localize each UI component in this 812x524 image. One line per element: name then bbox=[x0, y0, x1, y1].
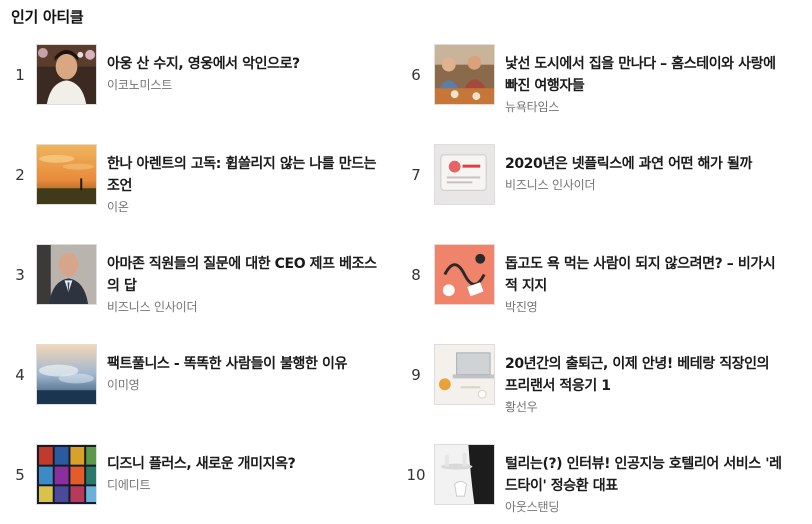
article-item-3[interactable]: 3 아마존 직원들의 질문에 대한 CEO 제프 베조스의 답 비즈니스 인사이… bbox=[10, 244, 390, 344]
article-headline[interactable]: 털리는(?) 인터뷰! 인공지능 호텔리어 서비스 '레드타이' 정승환 대표 bbox=[505, 453, 785, 497]
article-rank: 10 bbox=[406, 466, 426, 484]
article-rank: 1 bbox=[15, 66, 25, 84]
article-source: 비즈니스 인사이더 bbox=[107, 300, 198, 314]
article-headline[interactable]: 한나 아렌트의 고독: 휩쓸리지 않는 나를 만드는 조언 bbox=[107, 153, 387, 197]
article-source: 이온 bbox=[107, 200, 129, 214]
article-rank: 2 bbox=[15, 166, 25, 184]
article-rank: 8 bbox=[411, 266, 421, 284]
article-rank: 4 bbox=[15, 366, 25, 384]
article-thumbnail-sunset[interactable] bbox=[36, 144, 97, 205]
article-rank: 7 bbox=[411, 166, 421, 184]
article-headline[interactable]: 아마존 직원들의 질문에 대한 CEO 제프 베조스의 답 bbox=[107, 253, 387, 297]
article-item-4[interactable]: 4 팩트풀니스 - 똑똑한 사람들이 불행한 이유 이미영 bbox=[10, 344, 390, 444]
article-rank: 5 bbox=[15, 466, 25, 484]
article-thumbnail-waiter[interactable] bbox=[434, 444, 495, 505]
article-thumbnail-sky[interactable] bbox=[36, 344, 97, 405]
article-item-7[interactable]: 7 2020년은 넷플릭스에 과연 어떤 해가 될까 비즈니스 인사이더 bbox=[408, 144, 788, 244]
article-source: 이코노미스트 bbox=[107, 78, 173, 92]
article-headline[interactable]: 디즈니 플러스, 새로운 개미지옥? bbox=[107, 453, 387, 475]
article-thumbnail-laptop[interactable] bbox=[434, 344, 495, 405]
article-source: 디에디트 bbox=[107, 478, 151, 492]
article-thumbnail-man[interactable] bbox=[36, 244, 97, 305]
article-headline[interactable]: 20년간의 출퇴근, 이제 안녕! 베테랑 직장인의 프리랜서 적응기 1 bbox=[505, 353, 785, 397]
article-column-left: 1 아웅 산 수지, 영웅에서 악인으로? 이코노미스트 2 한나 아렌트의 고… bbox=[10, 44, 390, 524]
article-item-5[interactable]: 5 디즈니 플러스, 새로운 개미지옥? 디에디트 bbox=[10, 444, 390, 524]
article-column-right: 6 낯선 도시에서 집을 만나다 – 홈스테이와 사랑에 빠진 여행자들 뉴욕타… bbox=[406, 44, 788, 524]
article-thumbnail-tablet[interactable] bbox=[434, 144, 495, 205]
section-title: 인기 아티클 bbox=[11, 8, 84, 26]
article-headline[interactable]: 팩트풀니스 - 똑똑한 사람들이 불행한 이유 bbox=[107, 353, 387, 375]
article-source: 비즈니스 인사이더 bbox=[505, 178, 596, 192]
article-item-9[interactable]: 9 20년간의 출퇴근, 이제 안녕! 베테랑 직장인의 프리랜서 적응기 1 … bbox=[408, 344, 788, 444]
article-item-2[interactable]: 2 한나 아렌트의 고독: 휩쓸리지 않는 나를 만드는 조언 이온 bbox=[10, 144, 390, 244]
article-thumbnail-posters[interactable] bbox=[36, 444, 97, 505]
article-source: 황선우 bbox=[505, 400, 538, 414]
article-item-8[interactable]: 8 돕고도 욕 먹는 사람이 되지 않으려면? – 비가시적 지지 박진영 bbox=[408, 244, 788, 344]
article-source: 박진영 bbox=[505, 300, 538, 314]
article-thumbnail-dining[interactable] bbox=[434, 44, 495, 105]
article-headline[interactable]: 2020년은 넷플릭스에 과연 어떤 해가 될까 bbox=[505, 153, 785, 175]
article-headline[interactable]: 돕고도 욕 먹는 사람이 되지 않으려면? – 비가시적 지지 bbox=[505, 253, 785, 297]
article-item-6[interactable]: 6 낯선 도시에서 집을 만나다 – 홈스테이와 사랑에 빠진 여행자들 뉴욕타… bbox=[408, 44, 788, 144]
article-item-1[interactable]: 1 아웅 산 수지, 영웅에서 악인으로? 이코노미스트 bbox=[10, 44, 390, 144]
article-item-10[interactable]: 10 털리는(?) 인터뷰! 인공지능 호텔리어 서비스 '레드타이' 정승환 … bbox=[406, 444, 788, 524]
article-rank: 3 bbox=[15, 266, 25, 284]
article-source: 뉴욕타임스 bbox=[505, 100, 560, 114]
article-rank: 6 bbox=[411, 66, 421, 84]
article-headline[interactable]: 낯선 도시에서 집을 만나다 – 홈스테이와 사랑에 빠진 여행자들 bbox=[505, 53, 785, 97]
article-source: 이미영 bbox=[107, 378, 140, 392]
article-thumbnail-illustration[interactable] bbox=[434, 244, 495, 305]
article-source: 아웃스탠딩 bbox=[505, 500, 560, 514]
article-rank: 9 bbox=[411, 366, 421, 384]
article-thumbnail-portrait[interactable] bbox=[36, 44, 97, 105]
article-headline[interactable]: 아웅 산 수지, 영웅에서 악인으로? bbox=[107, 53, 387, 75]
